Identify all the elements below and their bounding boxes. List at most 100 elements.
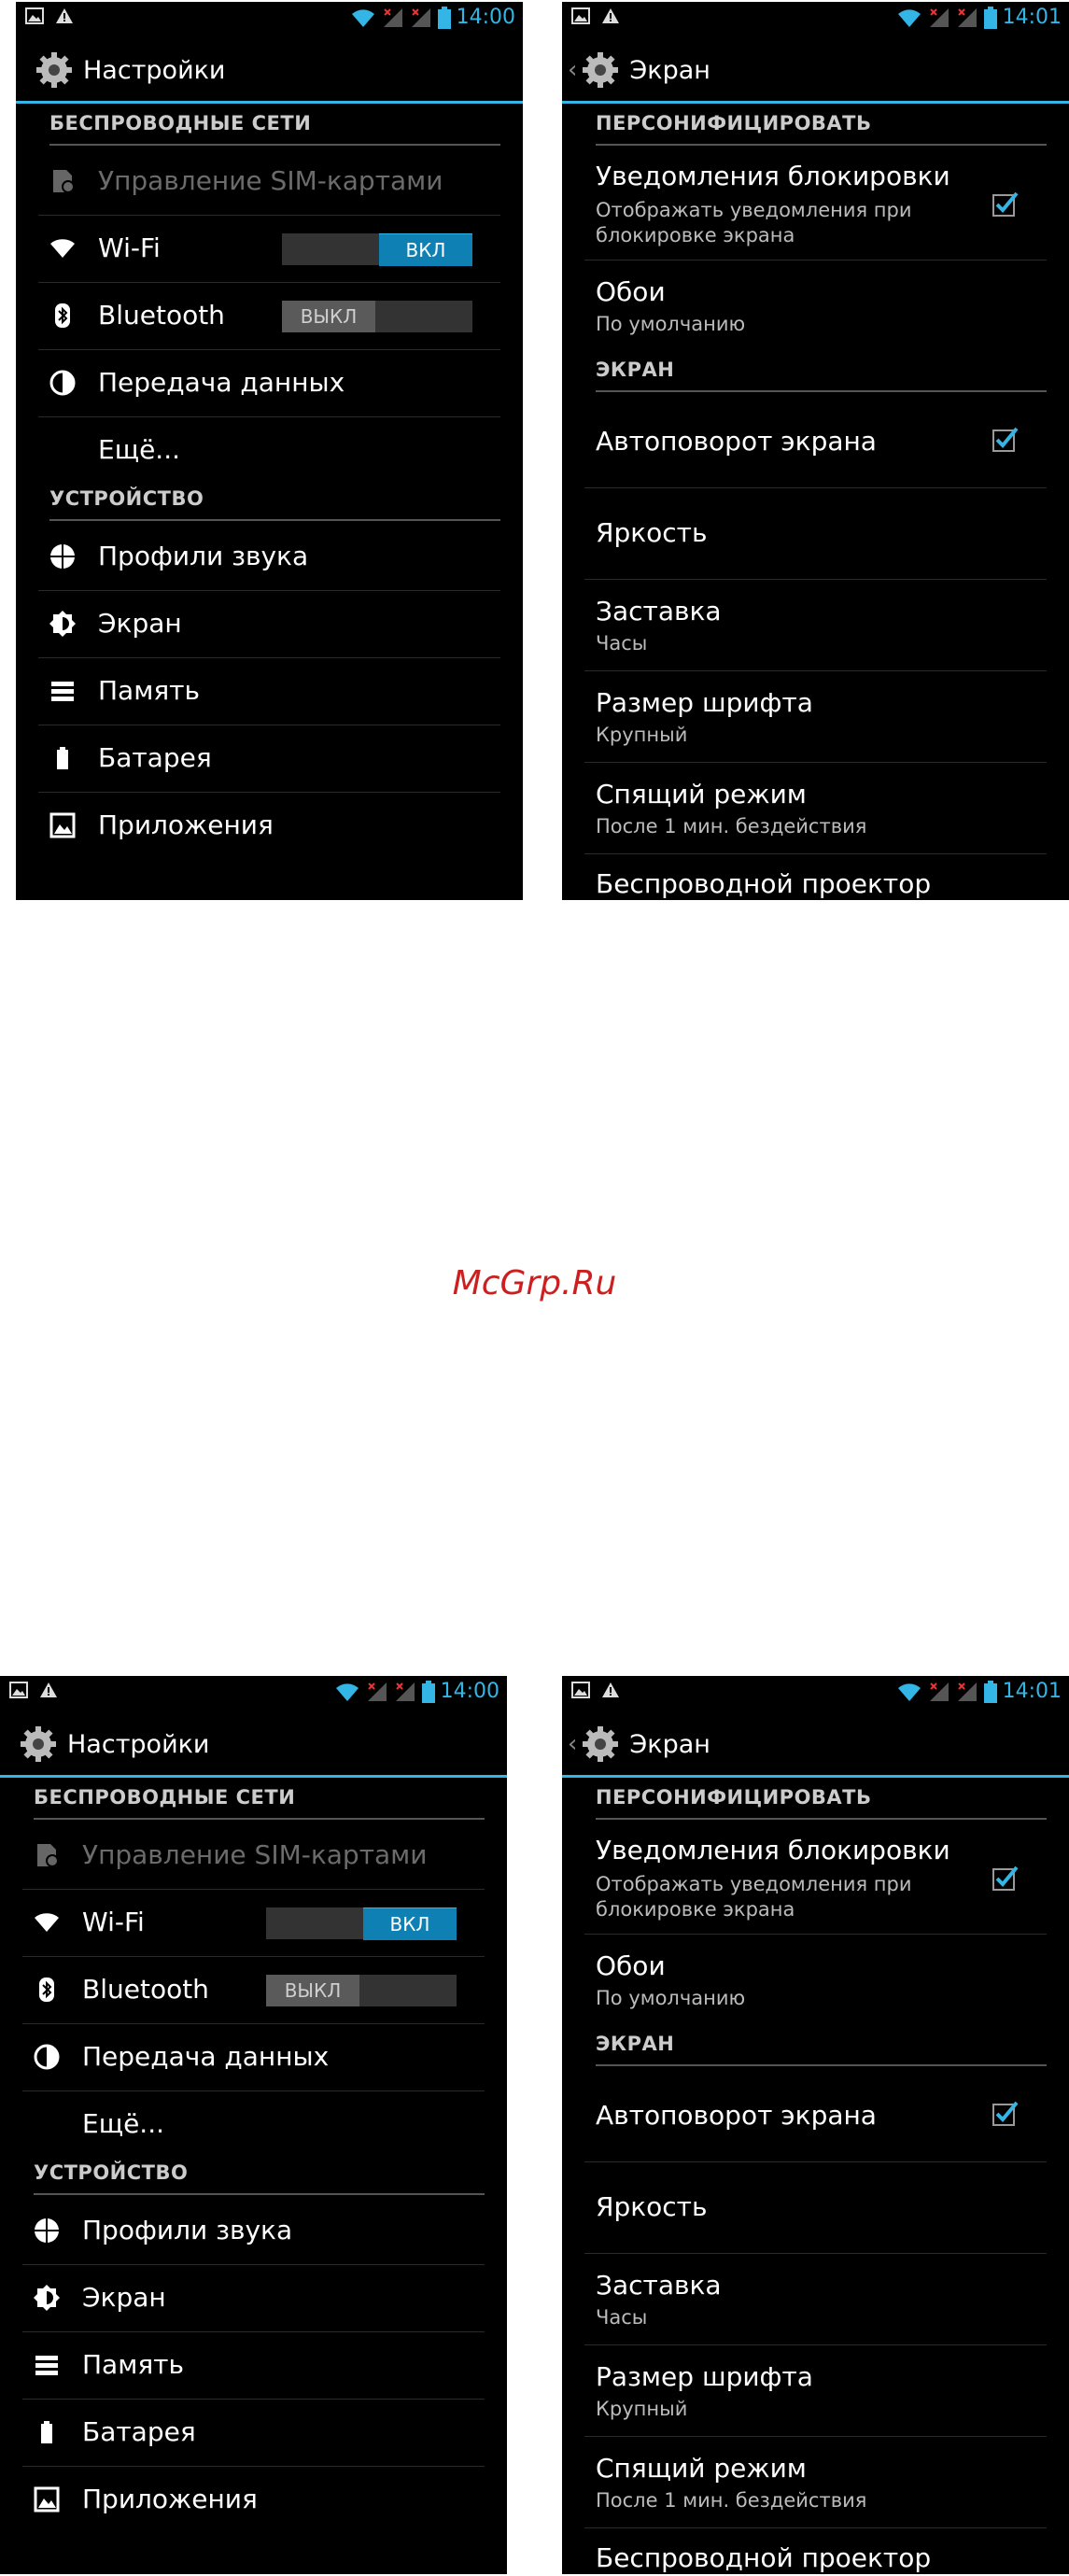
- settings-item-apps[interactable]: Приложения: [38, 792, 500, 859]
- battery-icon: [421, 1680, 435, 1703]
- pref-font-size[interactable]: Размер шрифта Крупный: [584, 2344, 1047, 2437]
- storage-icon: [35, 2356, 58, 2375]
- pref-sleep[interactable]: Спящий режим После 1 мин. бездействия: [584, 2436, 1047, 2528]
- storage-icon: [51, 682, 74, 701]
- settings-gear-icon: [583, 1726, 619, 1762]
- wallpaper-title: Обои: [596, 276, 666, 307]
- cell-signal-icon: [383, 7, 402, 27]
- wifi-toggle[interactable]: ВКЛ: [266, 1907, 457, 1940]
- wifi-icon: [50, 239, 75, 258]
- settings-item-sim[interactable]: Управление SIM-картами: [22, 1822, 485, 1890]
- settings-item-bluetooth[interactable]: Bluetooth ВЫКЛ: [22, 1956, 485, 2024]
- settings-gear-icon: [583, 52, 619, 88]
- sim-label: Управление SIM-картами: [98, 165, 443, 196]
- sound-profiles-label: Профили звука: [98, 541, 309, 571]
- daydream-summary: Часы: [596, 2306, 648, 2329]
- battery-label: Батарея: [98, 742, 212, 773]
- settings-item-wifi[interactable]: Wi-Fi ВКЛ: [22, 1889, 485, 1957]
- page-title: Настройки: [83, 55, 226, 85]
- settings-item-more[interactable]: Ещё...: [22, 2090, 485, 2158]
- pref-wallpaper[interactable]: Обои По умолчанию: [584, 1934, 1047, 2023]
- section-header-screen: ЭКРАН: [596, 349, 1047, 392]
- brightness-title: Яркость: [596, 517, 708, 548]
- warning-icon: [602, 1682, 619, 1697]
- wallpaper-summary: По умолчанию: [596, 313, 746, 335]
- pref-daydream[interactable]: Заставка Часы: [584, 2253, 1047, 2345]
- sleep-title: Спящий режим: [596, 779, 807, 809]
- image-notification-icon: [25, 7, 44, 24]
- pref-brightness[interactable]: Яркость: [584, 487, 1047, 580]
- action-bar[interactable]: Настройки: [16, 37, 523, 104]
- lock-notifications-checkbox[interactable]: [992, 190, 1019, 217]
- settings-item-battery[interactable]: Батарея: [22, 2399, 485, 2467]
- action-bar[interactable]: ‹ Экран: [562, 37, 1069, 104]
- pref-daydream[interactable]: Заставка Часы: [584, 579, 1047, 671]
- status-bar: 14:01: [562, 1676, 1069, 1711]
- wireless-display-title: Беспроводной проектор: [596, 2542, 932, 2573]
- settings-item-wifi[interactable]: Wi-Fi ВКЛ: [38, 215, 500, 283]
- settings-item-display[interactable]: Экран: [38, 590, 500, 658]
- display-brightness-icon: [34, 2285, 60, 2311]
- status-time: 14:01: [1002, 6, 1062, 29]
- pref-wallpaper[interactable]: Обои По умолчанию: [584, 260, 1047, 349]
- action-bar[interactable]: Настройки: [0, 1711, 507, 1778]
- pref-brightness[interactable]: Яркость: [584, 2161, 1047, 2254]
- pref-font-size[interactable]: Размер шрифта Крупный: [584, 670, 1047, 763]
- back-chevron-icon[interactable]: ‹: [568, 1730, 577, 1758]
- bluetooth-toggle[interactable]: ВЫКЛ: [282, 301, 472, 332]
- settings-item-sound-profiles[interactable]: Профили звука: [22, 2197, 485, 2265]
- brightness-title: Яркость: [596, 2191, 708, 2222]
- font-size-title: Размер шрифта: [596, 687, 813, 718]
- settings-item-storage[interactable]: Память: [22, 2331, 485, 2400]
- wireless-display-title: Беспроводной проектор: [596, 868, 932, 899]
- settings-gear-icon: [36, 52, 72, 88]
- settings-item-sim[interactable]: Управление SIM-картами: [38, 148, 500, 216]
- data-usage-icon: [49, 370, 76, 396]
- settings-item-battery[interactable]: Батарея: [38, 725, 500, 793]
- pref-autorotate[interactable]: Автоповорот экрана: [584, 394, 1047, 488]
- daydream-summary: Часы: [596, 632, 648, 655]
- pref-sleep[interactable]: Спящий режим После 1 мин. бездействия: [584, 762, 1047, 854]
- section-header-device: УСТРОЙСТВО: [49, 478, 500, 521]
- apps-label: Приложения: [82, 2484, 258, 2514]
- settings-item-sound-profiles[interactable]: Профили звука: [38, 523, 500, 591]
- sound-profiles-icon: [49, 543, 76, 570]
- battery-icon: [983, 1680, 997, 1703]
- settings-item-data-usage[interactable]: Передача данных: [22, 2023, 485, 2091]
- autorotate-checkbox[interactable]: [992, 2100, 1019, 2126]
- sim-card-icon: [53, 170, 75, 193]
- data-usage-icon: [34, 2044, 60, 2070]
- back-chevron-icon[interactable]: ‹: [568, 56, 577, 84]
- display-label: Экран: [82, 2282, 166, 2313]
- pref-wireless-display[interactable]: Беспроводной проектор: [584, 853, 1047, 900]
- sleep-title: Спящий режим: [596, 2453, 807, 2484]
- daydream-title: Заставка: [596, 2270, 722, 2301]
- settings-item-more[interactable]: Ещё...: [38, 416, 500, 484]
- settings-item-bluetooth[interactable]: Bluetooth ВЫКЛ: [38, 282, 500, 350]
- settings-item-display[interactable]: Экран: [22, 2264, 485, 2332]
- pref-autorotate[interactable]: Автоповорот экрана: [584, 2068, 1047, 2162]
- sleep-summary: После 1 мин. бездействия: [596, 815, 867, 838]
- font-size-summary: Крупный: [596, 2398, 688, 2420]
- pref-lock-notifications[interactable]: Уведомления блокировки Отображать уведом…: [584, 148, 1047, 260]
- pref-lock-notifications[interactable]: Уведомления блокировки Отображать уведом…: [584, 1822, 1047, 1935]
- settings-item-storage[interactable]: Память: [38, 657, 500, 725]
- action-bar[interactable]: ‹ Экран: [562, 1711, 1069, 1778]
- bluetooth-icon: [55, 303, 70, 328]
- section-header-device: УСТРОЙСТВО: [34, 2152, 485, 2195]
- autorotate-checkbox[interactable]: [992, 426, 1019, 452]
- settings-item-data-usage[interactable]: Передача данных: [38, 349, 500, 417]
- wifi-toggle[interactable]: ВКЛ: [282, 233, 472, 266]
- settings-gear-icon: [21, 1726, 56, 1762]
- section-header-personalize: ПЕРСОНИФИЦИРОВАТЬ: [596, 103, 1047, 146]
- pref-wireless-display[interactable]: Беспроводной проектор: [584, 2527, 1047, 2574]
- bluetooth-toggle[interactable]: ВЫКЛ: [266, 1975, 457, 2006]
- bluetooth-label: Bluetooth: [98, 300, 225, 331]
- page-title: Экран: [629, 1729, 710, 1759]
- lock-notifications-checkbox[interactable]: [992, 1865, 1019, 1891]
- settings-item-apps[interactable]: Приложения: [22, 2466, 485, 2533]
- apps-icon: [34, 2486, 60, 2513]
- wifi-signal-icon: [897, 8, 921, 27]
- wallpaper-summary: По умолчанию: [596, 1987, 746, 2009]
- lock-notifications-title: Уведомления блокировки: [596, 161, 950, 191]
